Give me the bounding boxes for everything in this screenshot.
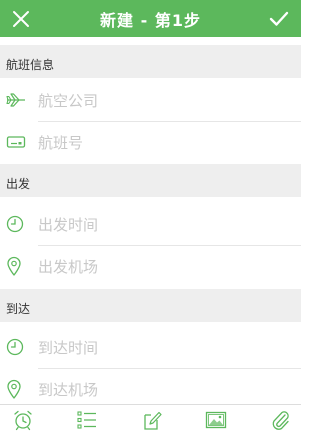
section-title: 出发 <box>6 177 31 191</box>
checklist-button[interactable] <box>72 405 102 435</box>
alarm-clock-icon <box>14 410 32 431</box>
arrival-time-field[interactable]: 到达时间 <box>0 327 301 367</box>
reminder-button[interactable] <box>8 405 38 435</box>
clock-icon <box>0 204 38 244</box>
departure-time-field[interactable]: 出发时间 <box>0 204 301 244</box>
photo-button[interactable] <box>201 405 231 435</box>
image-icon <box>205 411 226 429</box>
page-title: 新建 - 第1步 <box>100 10 201 30</box>
location-pin-icon <box>0 246 38 286</box>
arrival-airport-field[interactable]: 到达机场 <box>0 369 301 409</box>
arrival-airport-placeholder: 到达机场 <box>38 380 99 399</box>
ticket-icon <box>0 122 38 162</box>
departure-airport-placeholder: 出发机场 <box>38 257 99 276</box>
departure-time-placeholder: 出发时间 <box>38 215 99 234</box>
arrival-time-placeholder: 到达时间 <box>38 338 99 357</box>
close-icon <box>12 10 29 27</box>
close-button[interactable] <box>2 0 39 37</box>
attachment-icon <box>272 411 289 430</box>
departure-airport-field[interactable]: 出发机场 <box>0 246 301 286</box>
section-title: 到达 <box>6 302 31 316</box>
new-flight-screen: 新建 - 第1步 航班信息 航空公司 航班号 出发 出发时间 出发机场 到达 到… <box>0 0 301 435</box>
clock-icon <box>0 327 38 367</box>
airline-field[interactable]: 航空公司 <box>0 80 301 120</box>
airline-placeholder: 航空公司 <box>38 91 99 110</box>
flight-number-field[interactable]: 航班号 <box>0 122 301 162</box>
bottom-toolbar <box>0 404 301 435</box>
list-icon <box>77 411 97 429</box>
edit-note-icon <box>143 411 162 430</box>
check-icon <box>269 11 288 26</box>
airplane-icon <box>0 80 38 120</box>
section-header-arrival: 到达 <box>0 289 301 322</box>
section-header-flight-info: 航班信息 <box>0 45 301 78</box>
attachment-button[interactable] <box>265 405 295 435</box>
confirm-button[interactable] <box>260 0 297 37</box>
section-title: 航班信息 <box>6 58 55 72</box>
flight-number-placeholder: 航班号 <box>38 133 84 152</box>
section-header-departure: 出发 <box>0 164 301 197</box>
location-pin-icon <box>0 369 38 409</box>
header-bar: 新建 - 第1步 <box>0 0 301 37</box>
note-button[interactable] <box>137 405 167 435</box>
